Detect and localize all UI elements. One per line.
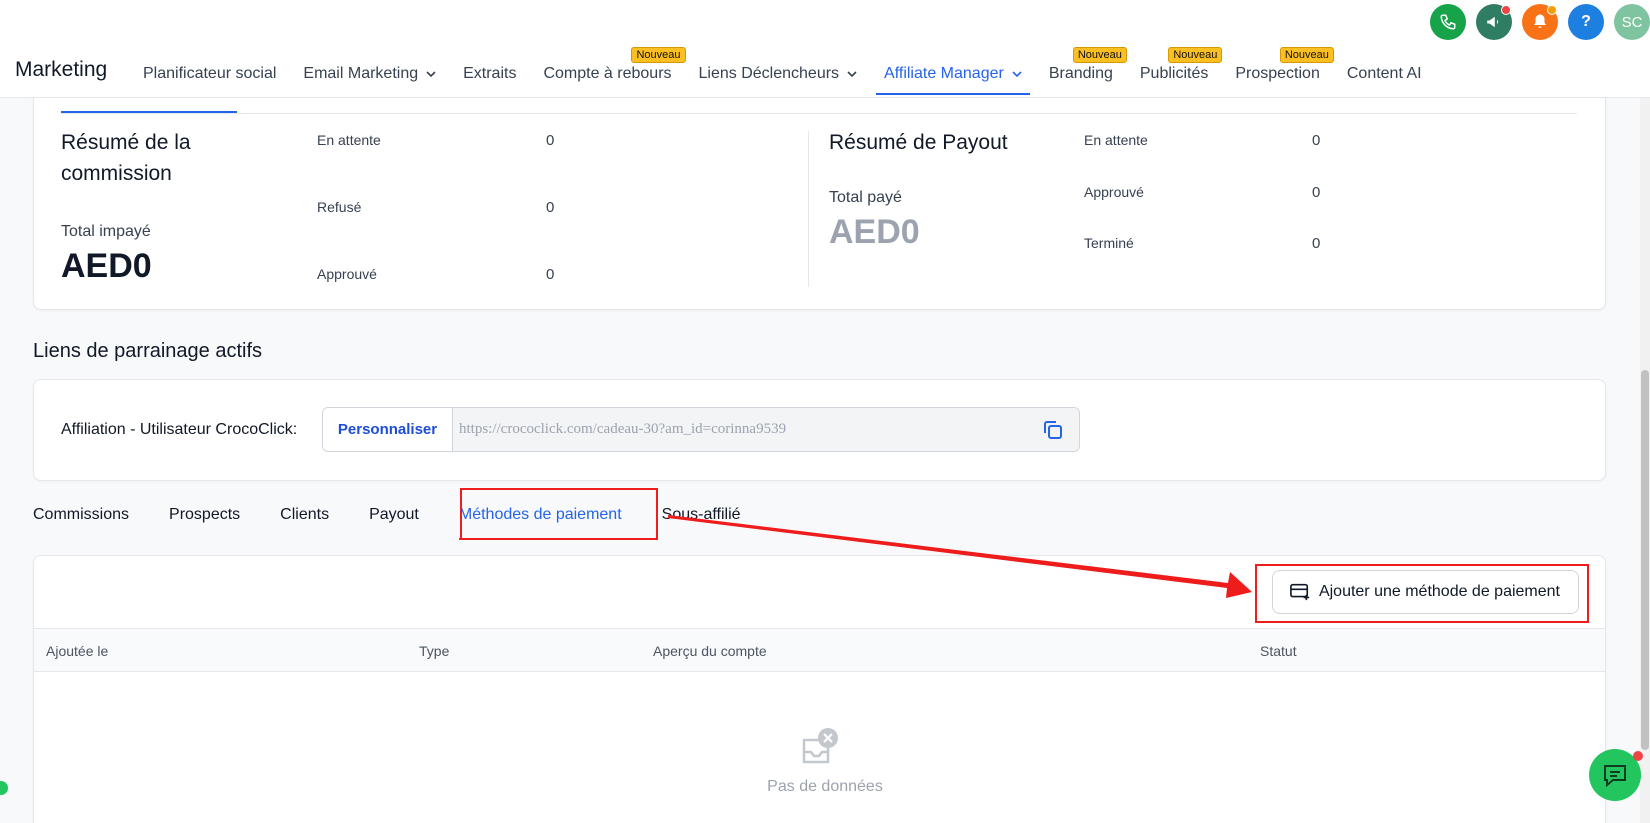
- commission-row-label: Refusé: [317, 199, 362, 215]
- scrollbar-thumb[interactable]: [1641, 370, 1649, 750]
- column-header: Aperçu du compte: [653, 643, 767, 659]
- nav-email-marketing[interactable]: Email Marketing: [303, 50, 436, 98]
- chat-icon: [1604, 765, 1626, 788]
- nav-label: Extraits: [463, 65, 517, 82]
- help-icon[interactable]: ?: [1568, 4, 1604, 40]
- nav-label: Publicités: [1139, 65, 1209, 82]
- notification-dot: [1547, 5, 1557, 15]
- new-badge: Nouveau: [1168, 47, 1223, 63]
- commission-row-value: 0: [546, 132, 555, 149]
- new-badge: Nouveau: [1072, 47, 1127, 63]
- payout-row-label: Approuvé: [1084, 184, 1144, 200]
- nav-publicites[interactable]: Publicités Nouveau: [1139, 47, 1223, 98]
- customize-button[interactable]: Personnaliser: [323, 408, 453, 451]
- nav-label: Planificateur social: [143, 65, 277, 82]
- nav-liens-declencheurs[interactable]: Liens Déclencheurs: [699, 50, 858, 98]
- avatar[interactable]: SC: [1614, 4, 1650, 40]
- nav-label: Compte à rebours: [543, 65, 672, 82]
- notification-dot: [1501, 5, 1511, 15]
- column-header: Ajoutée le: [46, 643, 109, 659]
- new-badge: Nouveau: [1279, 47, 1334, 63]
- nav-label: Affiliate Manager: [884, 65, 1004, 82]
- empty-inbox-icon: [802, 728, 838, 764]
- highlight-box-tab: [460, 488, 658, 540]
- section-title-referral: Liens de parrainage actifs: [33, 340, 263, 362]
- megaphone-icon[interactable]: [1476, 4, 1512, 40]
- avatar-initials: SC: [1621, 13, 1643, 31]
- bell-icon[interactable]: [1522, 4, 1558, 40]
- summary-card: Résumé de la commission Total impayé AED…: [33, 88, 1606, 310]
- payout-row-value: 0: [1312, 132, 1321, 149]
- referral-link-card: Affiliation - Utilisateur CrocoClick: Pe…: [33, 379, 1606, 481]
- chevron-down-icon: [1012, 71, 1022, 78]
- nav-prospection[interactable]: Prospection Nouveau: [1235, 47, 1334, 98]
- empty-state-text: Pas de données: [767, 778, 883, 795]
- nav-content-ai[interactable]: Content AI: [1347, 50, 1422, 98]
- referral-link-text: https://crococlick.com/cadeau-30?am_id=c…: [459, 421, 787, 437]
- commission-row-value: 0: [546, 266, 555, 283]
- active-tab-underline: [61, 111, 237, 113]
- chevron-down-icon: [847, 71, 857, 78]
- column-header: Type: [419, 643, 450, 659]
- nav-affiliate-manager[interactable]: Affiliate Manager: [876, 50, 1030, 98]
- copy-icon[interactable]: [1041, 418, 1065, 442]
- tab-sub-affiliate[interactable]: Sous-affilié: [662, 490, 741, 540]
- nav-label: Content AI: [1346, 65, 1422, 82]
- payout-row-value: 0: [1312, 184, 1321, 201]
- affiliation-label: Affiliation - Utilisateur CrocoClick:: [61, 421, 298, 438]
- new-badge: Nouveau: [631, 47, 686, 63]
- notification-dot: [1633, 751, 1643, 761]
- app-title: Marketing: [15, 58, 108, 81]
- affiliate-tabs: Commissions Prospects Clients Payout Mét…: [33, 490, 781, 540]
- empty-state: [34, 726, 1605, 773]
- total-unpaid-value: AED0: [61, 247, 152, 285]
- total-paid-label: Total payé: [829, 189, 902, 206]
- tab-clients[interactable]: Clients: [280, 490, 329, 540]
- top-bar: ? SC Marketing Planificateur social Emai…: [0, 0, 1650, 98]
- nav-label: Email Marketing: [303, 65, 419, 82]
- commission-row-label: En attente: [317, 132, 381, 148]
- referral-link-input[interactable]: https://crococlick.com/cadeau-30?am_id=c…: [453, 408, 1079, 451]
- payout-row-label: Terminé: [1084, 235, 1134, 251]
- main-nav: Planificateur social Email Marketing Ext…: [143, 47, 1449, 98]
- help-glyph: ?: [1581, 13, 1591, 30]
- payout-summary-title: Résumé de Payout: [829, 131, 1008, 154]
- commission-row-label: Approuvé: [317, 266, 377, 282]
- referral-link-group: Personnaliser https://crococlick.com/cad…: [322, 407, 1080, 452]
- chevron-down-icon: [426, 71, 436, 78]
- commission-summary-title: Résumé de la commission: [61, 131, 191, 185]
- payout-row-label: En attente: [1084, 132, 1148, 148]
- top-icons: ? SC: [1430, 4, 1650, 40]
- table-header: Ajoutée le Type Aperçu du compte Statut: [34, 628, 1605, 672]
- payout-row-value: 0: [1312, 235, 1321, 252]
- tab-payout[interactable]: Payout: [369, 490, 419, 540]
- divider: [61, 113, 1577, 114]
- tab-commissions[interactable]: Commissions: [33, 490, 129, 540]
- nav-compte-a-rebours[interactable]: Compte à rebours Nouveau: [543, 47, 686, 98]
- nav-extraits[interactable]: Extraits: [463, 50, 516, 98]
- total-unpaid-label: Total impayé: [61, 223, 151, 240]
- column-header: Statut: [1260, 643, 1297, 659]
- highlight-box-button: [1255, 564, 1589, 623]
- chat-button[interactable]: [1589, 749, 1643, 801]
- vertical-divider: [808, 131, 809, 287]
- commission-row-value: 0: [546, 199, 555, 216]
- total-paid-value: AED0: [829, 213, 920, 251]
- nav-label: Prospection: [1235, 65, 1320, 82]
- phone-icon[interactable]: [1430, 4, 1466, 40]
- nav-label: Branding: [1048, 65, 1113, 82]
- nav-branding[interactable]: Branding Nouveau: [1048, 47, 1127, 98]
- nav-planificateur-social[interactable]: Planificateur social: [143, 50, 276, 98]
- nav-label: Liens Déclencheurs: [698, 65, 840, 82]
- tab-prospects[interactable]: Prospects: [169, 490, 240, 540]
